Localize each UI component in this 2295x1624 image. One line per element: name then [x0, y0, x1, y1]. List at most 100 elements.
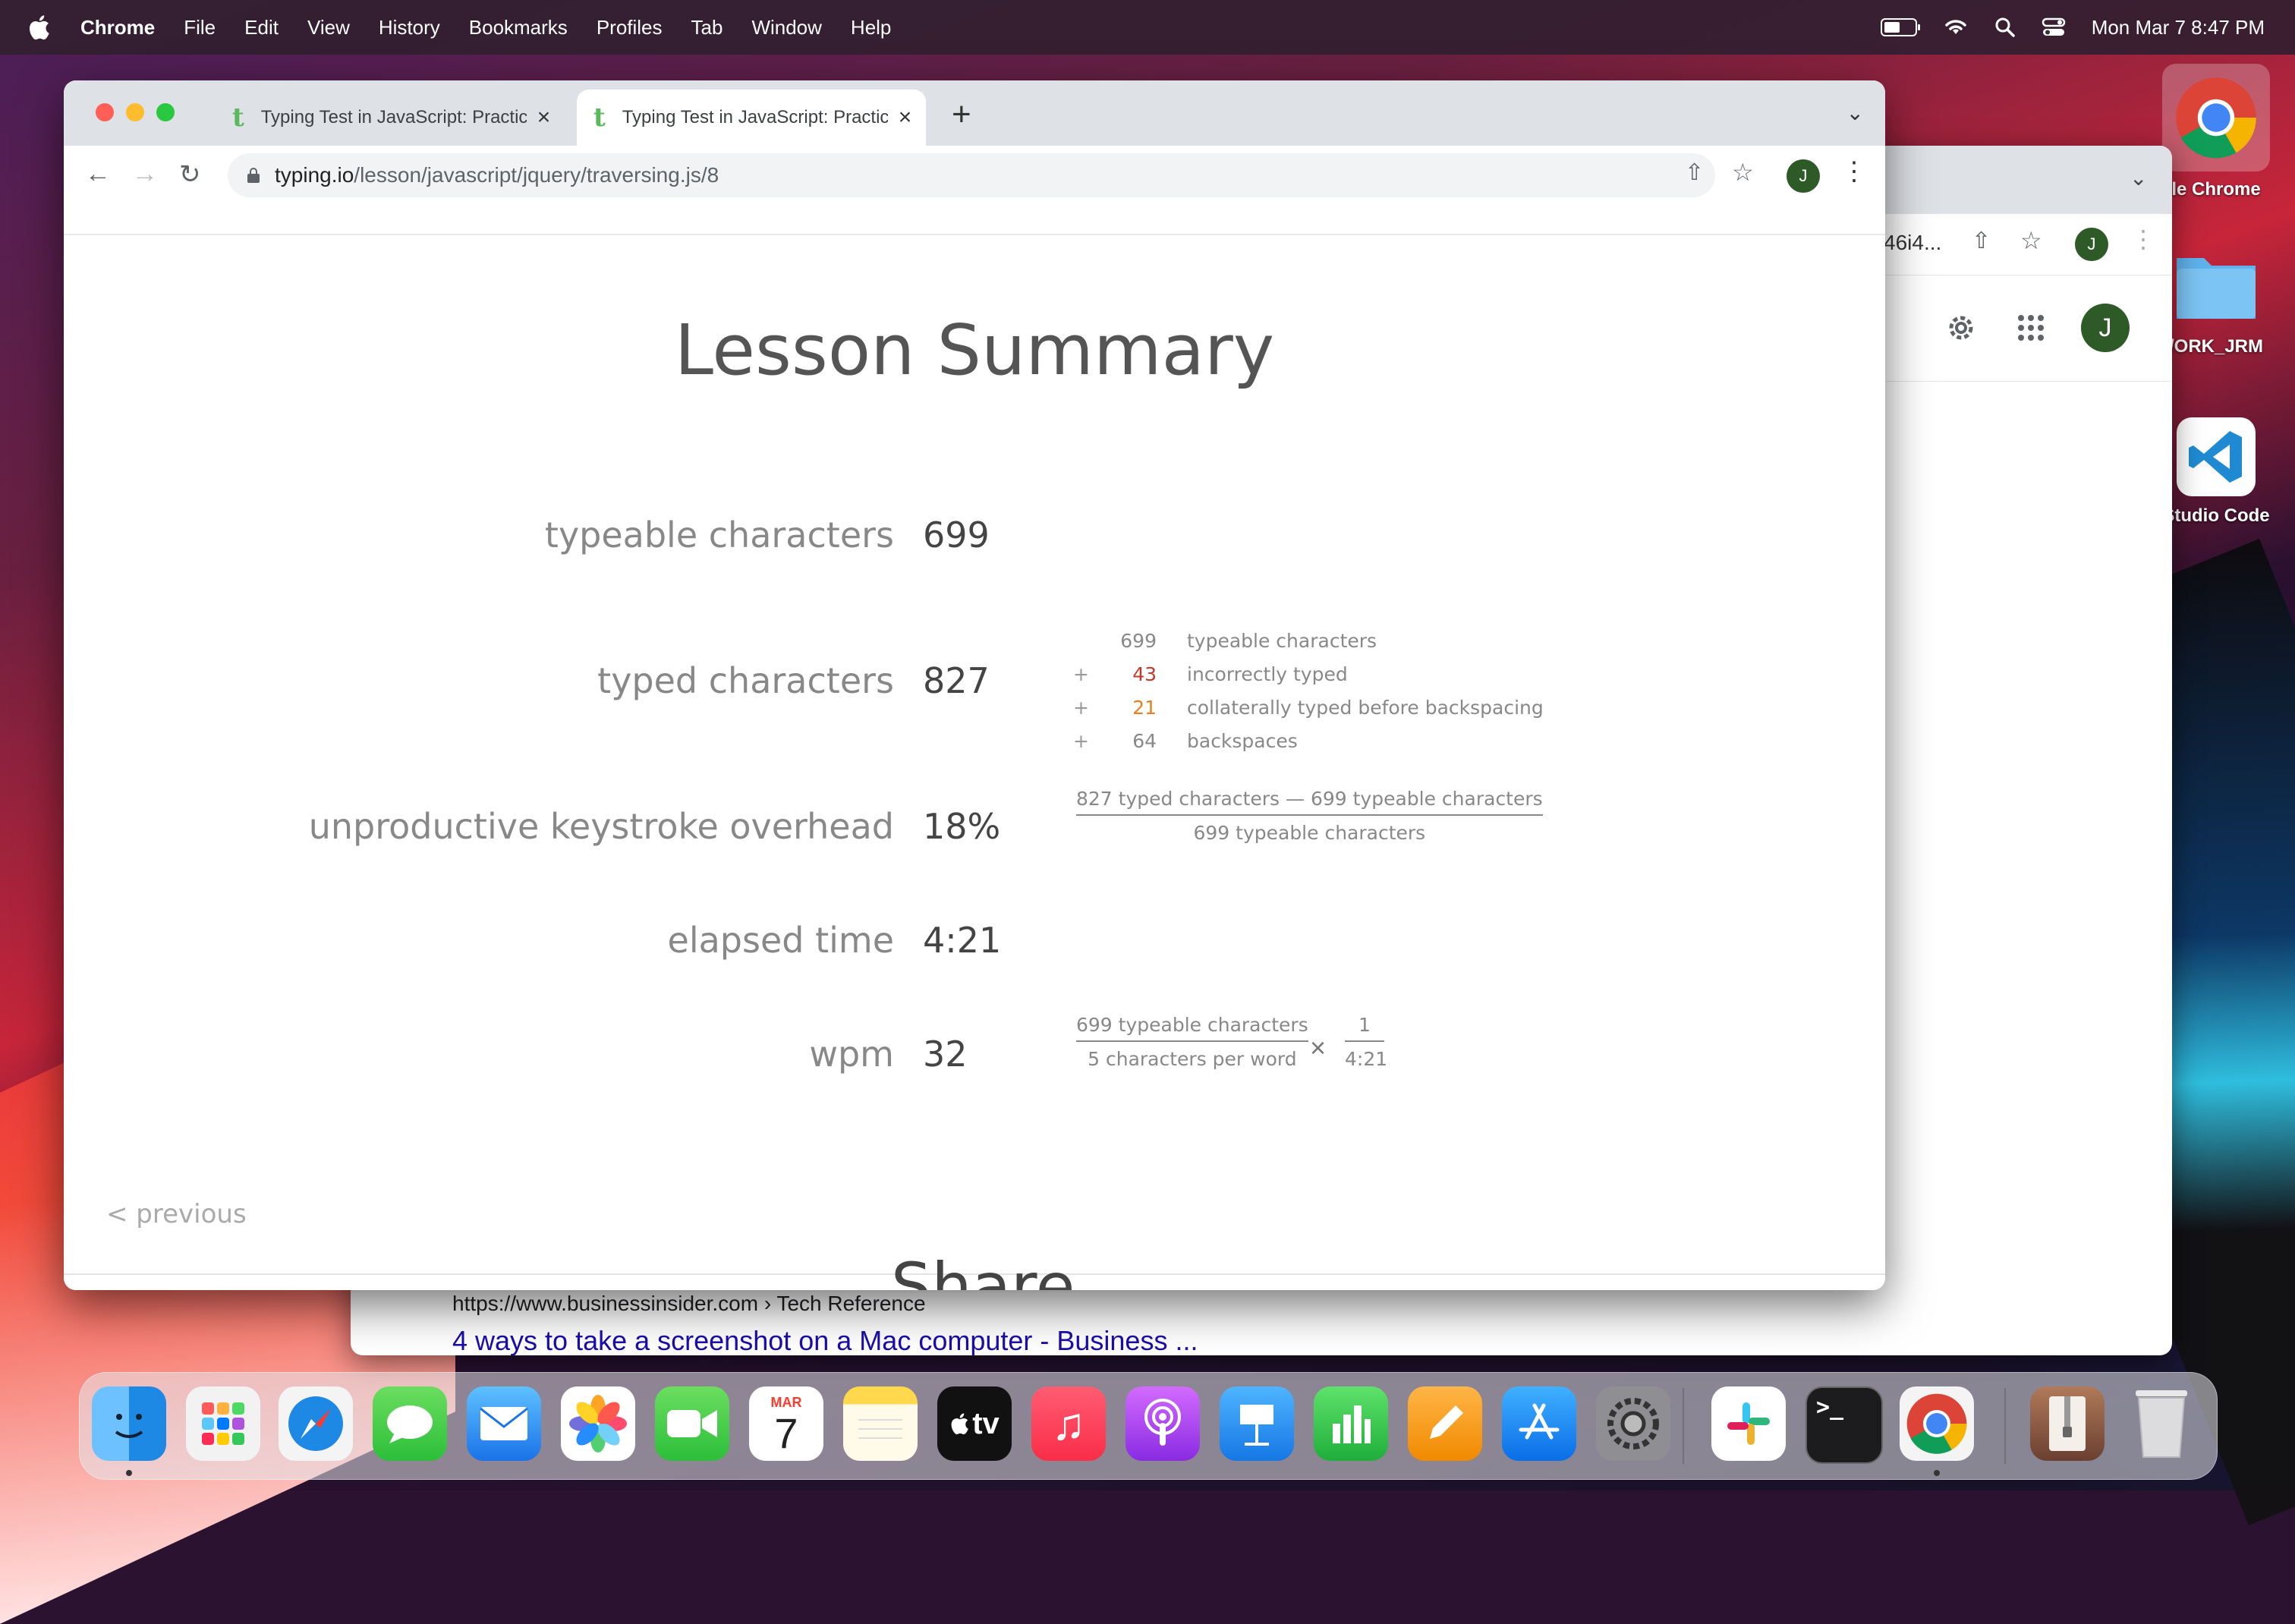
back-arrow-icon[interactable]: ← [85, 159, 111, 189]
dock-chrome[interactable] [1900, 1386, 1974, 1461]
search-result-title[interactable]: 4 ways to take a screenshot on a Mac com… [452, 1325, 1198, 1355]
dock-app-store[interactable] [1502, 1386, 1576, 1461]
menu-profiles[interactable]: Profiles [597, 16, 663, 39]
divider [64, 234, 1885, 235]
profile-avatar[interactable]: J [1787, 159, 1820, 193]
dock-separator [1683, 1388, 1684, 1464]
trash-icon [2136, 1390, 2187, 1458]
dock-safari[interactable] [279, 1386, 353, 1461]
more-menu-icon[interactable]: ⋮ [2131, 225, 2155, 253]
dock-archive[interactable] [2030, 1386, 2105, 1461]
search-result-url[interactable]: https://www.businessinsider.com › Tech R… [452, 1292, 1198, 1316]
safari-compass-icon [288, 1396, 343, 1451]
search-result[interactable]: https://www.businessinsider.com › Tech R… [452, 1292, 1198, 1355]
menu-view[interactable]: View [307, 16, 350, 39]
menubar-clock[interactable]: Mon Mar 7 8:47 PM [2092, 16, 2265, 39]
dock-launchpad[interactable] [186, 1386, 260, 1461]
overhead-fraction: 827 typed characters — 699 typeable char… [1076, 788, 1543, 844]
music-note-icon: ♫ [1051, 1398, 1086, 1449]
dock-slack[interactable] [1711, 1386, 1786, 1461]
menu-app-name[interactable]: Chrome [80, 16, 155, 39]
vscode-icon [2189, 431, 2242, 483]
gear-icon [1607, 1398, 1659, 1449]
close-window-button[interactable] [96, 103, 114, 121]
wpm-label: wpm [809, 1034, 894, 1075]
fraction-denominator: 5 characters per word [1088, 1048, 1297, 1070]
typed-breakdown: 699 typeable characters + 43 incorrectly… [1073, 630, 1620, 774]
dock-pages[interactable] [1408, 1386, 1482, 1461]
zoom-window-button[interactable] [156, 103, 175, 121]
forward-arrow-icon[interactable]: → [132, 159, 158, 189]
apple-icon[interactable] [27, 14, 50, 40]
dock-messages[interactable] [373, 1386, 447, 1461]
dock-terminal[interactable]: >_ [1805, 1386, 1883, 1464]
dock-mail[interactable] [467, 1386, 541, 1461]
wpm-value: 32 [923, 1034, 968, 1075]
dock-numbers[interactable] [1314, 1386, 1388, 1461]
chevron-down-icon[interactable]: ⌄ [2130, 165, 2147, 190]
reload-icon[interactable]: ↻ [179, 159, 201, 190]
share-heading: Share [891, 1249, 1075, 1290]
lock-icon[interactable] [247, 168, 260, 183]
breakdown-plus: + [1073, 730, 1089, 752]
dock-facetime[interactable] [655, 1386, 729, 1461]
tab-close-icon[interactable]: × [899, 105, 912, 131]
dock-trash[interactable] [2124, 1386, 2199, 1461]
breakdown-number: 64 [1132, 730, 1157, 752]
settings-gear-icon[interactable] [1944, 311, 1978, 345]
elapsed-time-label: elapsed time [667, 920, 894, 961]
background-url-fragment[interactable]: 46i4... [1884, 231, 1941, 255]
tab-2-active[interactable]: t Typing Test in JavaScript: Practice × [577, 90, 926, 146]
dock-separator [2004, 1388, 2006, 1464]
dock-finder[interactable] [92, 1386, 166, 1461]
typeable-characters-value: 699 [923, 515, 990, 555]
new-tab-button[interactable]: + [952, 96, 971, 134]
window-controls [96, 103, 175, 121]
menu-file[interactable]: File [184, 16, 216, 39]
more-menu-icon[interactable]: ⋮ [1841, 156, 1867, 187]
tab-1[interactable]: t Typing Test in JavaScript: Practice × [216, 90, 565, 146]
bookmark-star-icon[interactable]: ☆ [2020, 226, 2042, 255]
apps-grid-icon[interactable] [2017, 314, 2045, 341]
share-icon[interactable]: ⇧ [1972, 228, 1991, 254]
bookmark-star-icon[interactable]: ☆ [1732, 158, 1754, 187]
dock-calendar[interactable]: MAR 7 [749, 1386, 823, 1461]
dock-system-preferences[interactable] [1596, 1386, 1670, 1461]
fraction-numerator: 827 typed characters — 699 typeable char… [1076, 788, 1543, 816]
tab-close-icon[interactable]: × [537, 105, 551, 131]
minimize-window-button[interactable] [126, 103, 144, 121]
calendar-day: 7 [774, 1408, 798, 1457]
browser-window: t Typing Test in JavaScript: Practice × … [64, 80, 1885, 1290]
menu-window[interactable]: Window [751, 16, 821, 39]
previous-link[interactable]: < previous [106, 1199, 247, 1229]
folder-icon [2177, 258, 2256, 319]
menu-history[interactable]: History [379, 16, 440, 39]
menu-help[interactable]: Help [851, 16, 891, 39]
address-bar[interactable]: typing.io /lesson/javascript/jquery/trav… [228, 153, 1715, 197]
menubar-status-area: Mon Mar 7 8:47 PM [1880, 0, 2265, 55]
dock-tv[interactable]: tv [937, 1386, 1012, 1461]
wpm-fraction-right: 1 4:21 [1345, 1014, 1387, 1070]
dock-notes[interactable] [843, 1386, 918, 1461]
battery-icon[interactable] [1880, 18, 1920, 36]
dock-photos[interactable] [561, 1386, 635, 1461]
menu-tab[interactable]: Tab [691, 16, 723, 39]
slack-icon [1727, 1402, 1770, 1445]
menu-bar: Chrome File Edit View History Bookmarks … [0, 0, 2295, 55]
control-center-icon[interactable] [2042, 17, 2066, 38]
tab-title: Typing Test in JavaScript: Practice [622, 107, 888, 127]
typeable-characters-label: typeable characters [544, 515, 894, 555]
dock-podcasts[interactable] [1125, 1386, 1200, 1461]
wifi-icon[interactable] [1943, 17, 1969, 37]
page-content: Lesson Summary typeable characters 699 t… [64, 205, 1885, 1290]
dock: MAR 7 tv ♫ >_ [79, 1372, 2218, 1480]
menu-bookmarks[interactable]: Bookmarks [469, 16, 568, 39]
dock-music[interactable]: ♫ [1031, 1386, 1106, 1461]
share-icon[interactable]: ⇧ [1685, 159, 1704, 186]
spotlight-search-icon[interactable] [1994, 17, 2016, 38]
menu-edit[interactable]: Edit [244, 16, 279, 39]
profile-avatar[interactable]: J [2075, 228, 2108, 261]
dock-keynote[interactable] [1220, 1386, 1294, 1461]
account-avatar[interactable]: J [2081, 304, 2130, 352]
tab-search-chevron-icon[interactable]: ⌄ [1846, 100, 1864, 125]
